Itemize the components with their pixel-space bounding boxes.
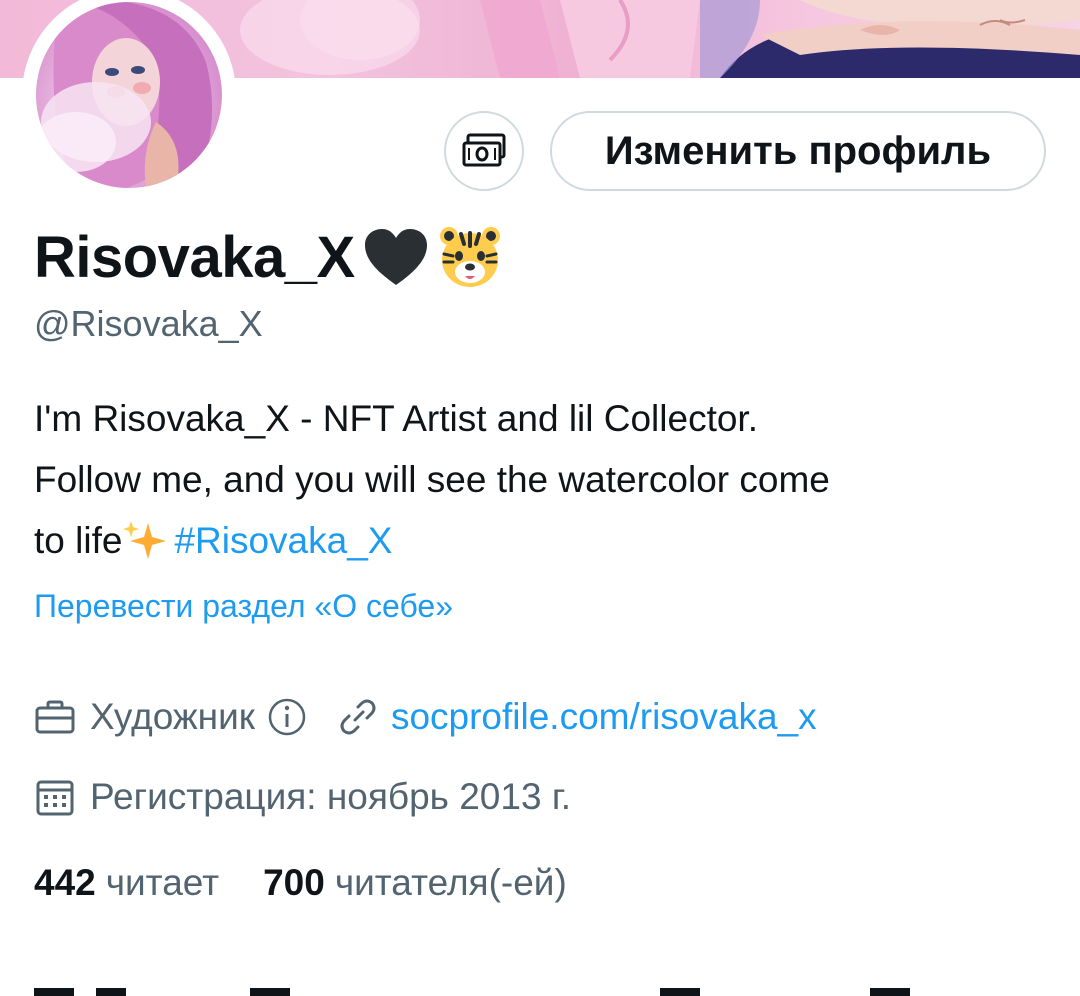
avatar-image [36, 2, 222, 188]
joined-date: Регистрация: ноябрь 2013 г. [90, 776, 572, 817]
edit-profile-button[interactable]: Изменить профиль [550, 111, 1046, 191]
link-icon [339, 698, 377, 736]
joined-date-row: Регистрация: ноябрь 2013 г. [34, 776, 571, 818]
user-handle: @Risovaka_X [34, 303, 263, 344]
bio-line: to life #Risovaka_X [34, 510, 1054, 577]
followers-label: читателя(-ей) [334, 862, 567, 903]
bio-line: Follow me, and you will see the watercol… [34, 459, 830, 500]
website-link[interactable]: socprofile.com/risovaka_x [391, 696, 817, 738]
bio-hashtag-link[interactable]: #Risovaka_X [174, 520, 392, 561]
calendar-icon [34, 777, 76, 817]
translate-bio-link[interactable]: Перевести раздел «О себе» [34, 588, 453, 625]
sparkles-icon [122, 516, 168, 577]
following-stat[interactable]: 442 читает [34, 862, 219, 904]
followers-count: 700 [263, 862, 325, 903]
tiger-emoji-icon [437, 224, 503, 290]
money-icon [462, 133, 506, 167]
following-count: 442 [34, 862, 96, 903]
tip-jar-button[interactable] [444, 111, 524, 191]
following-label: читает [105, 862, 220, 903]
edit-profile-label: Изменить профиль [604, 128, 992, 173]
followers-stat[interactable]: 700 читателя(-ей) [263, 862, 567, 904]
display-name-text: Risovaka_X [34, 224, 355, 290]
heart-icon [363, 227, 429, 287]
follow-stats: 442 читает 700 читателя(-ей) [34, 862, 567, 904]
avatar[interactable] [22, 0, 236, 202]
info-icon[interactable] [267, 697, 307, 737]
profile-bio: I'm Risovaka_X - NFT Artist and lil Coll… [34, 388, 1054, 577]
bio-text: to life [34, 520, 123, 561]
display-name: Risovaka_X [34, 221, 503, 293]
profile-page: Изменить профиль Risovaka_X @Risovaka_X … [0, 0, 1080, 996]
briefcase-icon [34, 699, 76, 735]
profile-meta-row: Художник socprofile.com/risovaka_x [34, 696, 817, 738]
profile-tabs-cutoff [34, 988, 910, 996]
profile-category: Художник [90, 696, 255, 737]
bio-line: I'm Risovaka_X - NFT Artist and lil Coll… [34, 398, 758, 439]
